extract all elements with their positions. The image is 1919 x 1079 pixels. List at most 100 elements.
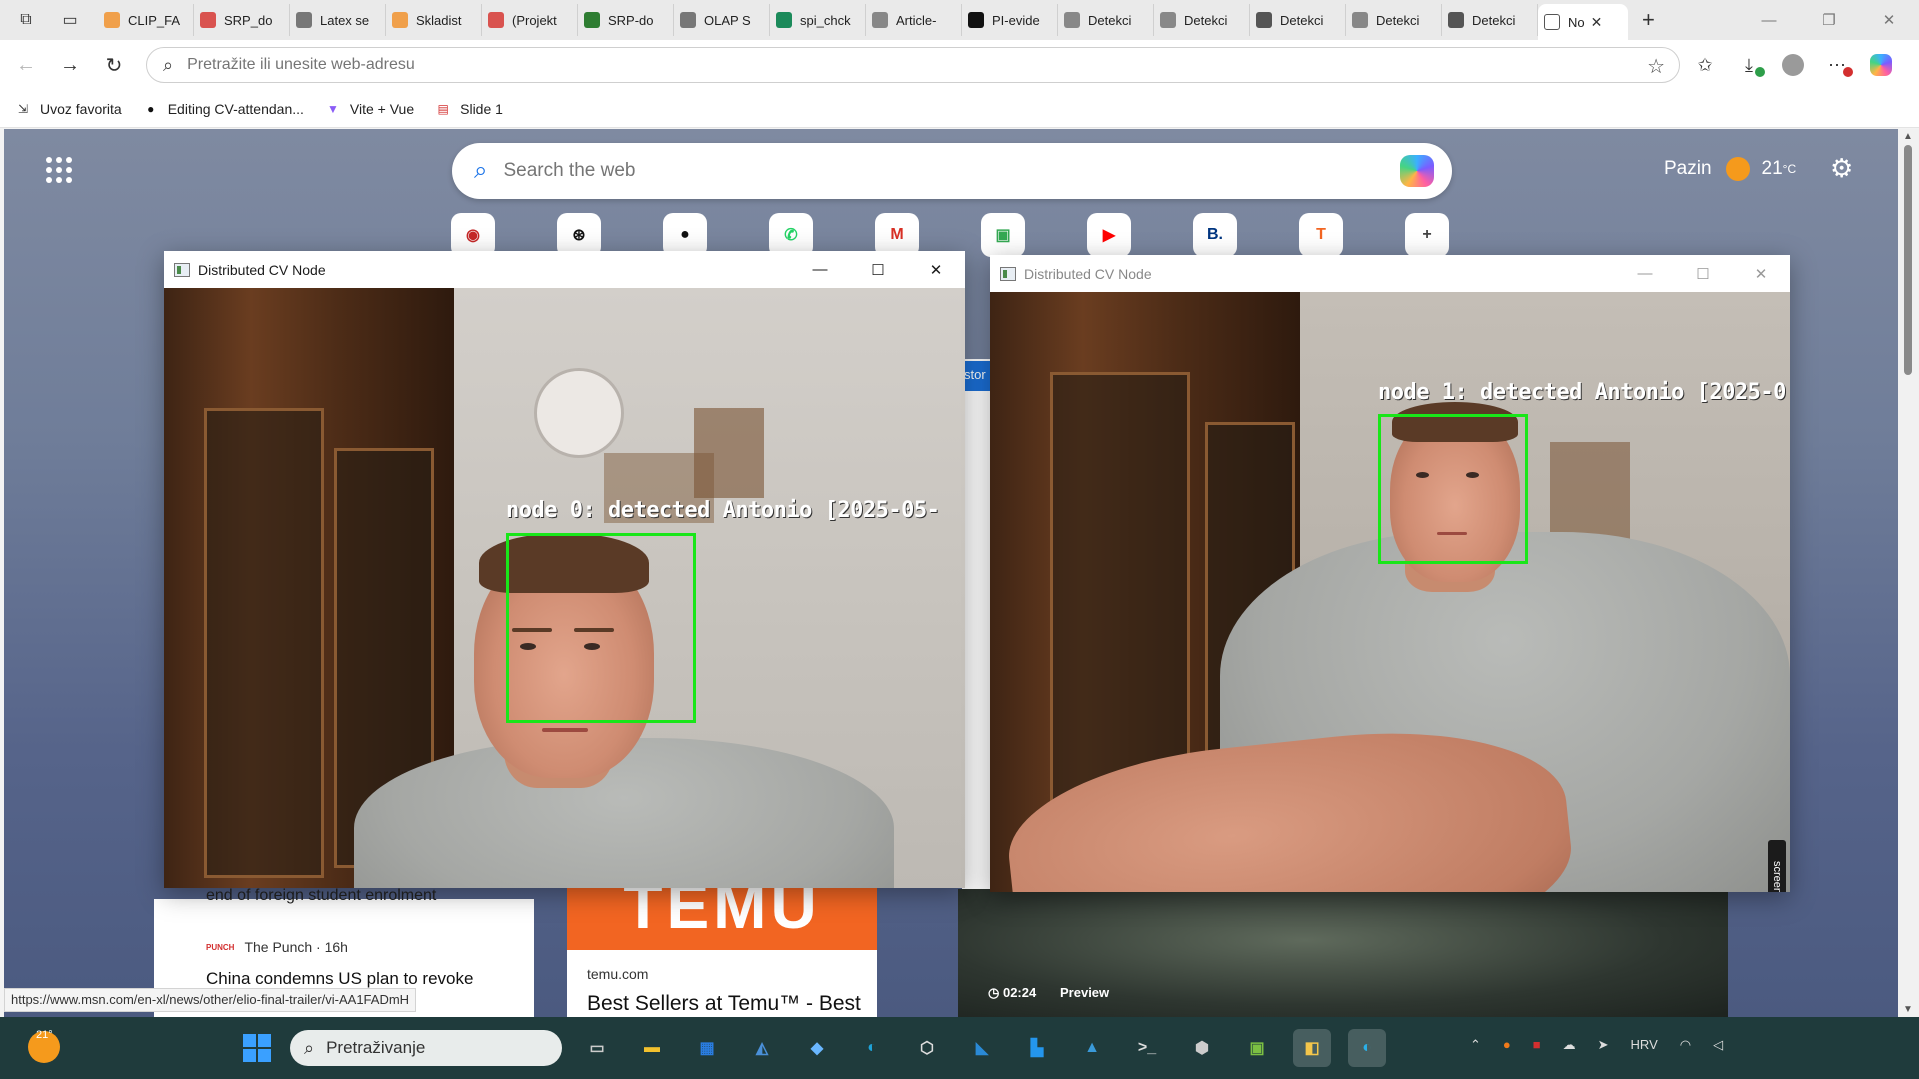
scrollbar-thumb[interactable] <box>1904 145 1912 375</box>
close-tab-icon[interactable]: ✕ <box>1591 14 1603 31</box>
favorite-item[interactable]: ⇲ Uvoz favorita <box>14 100 122 118</box>
close-button[interactable]: ✕ <box>1859 0 1919 40</box>
apps-launcher-icon[interactable] <box>46 157 72 183</box>
address-bar[interactable]: ⌕ ☆ <box>146 47 1680 83</box>
browser-tab-active[interactable]: No ✕ <box>1538 4 1628 40</box>
azure-data-icon[interactable]: ▲ <box>1073 1029 1111 1067</box>
browser-tab[interactable]: SRP-do <box>578 4 674 36</box>
terminal-icon[interactable]: >_ <box>1128 1029 1166 1067</box>
forward-button[interactable]: → <box>52 47 88 83</box>
tray-record-icon[interactable]: ■ <box>1533 1037 1541 1053</box>
favorite-item[interactable]: ● Editing CV-attendan... <box>142 100 304 118</box>
browser-tab[interactable]: Detekci <box>1058 4 1154 36</box>
favorite-item[interactable]: ▼ Vite + Vue <box>324 100 414 118</box>
workspaces-icon[interactable]: ⧉ <box>8 4 44 36</box>
tray-cloud-icon[interactable]: ☁ <box>1563 1037 1576 1053</box>
minimize-button[interactable]: — <box>1616 255 1674 292</box>
downloads-icon[interactable]: ⤓ <box>1727 47 1771 83</box>
scroll-down-icon[interactable]: ▼ <box>1903 1004 1913 1015</box>
browser-tab[interactable]: OLAP S <box>674 4 770 36</box>
video-card[interactable]: ◷ 02:24 Preview <box>958 889 1728 1017</box>
docker-icon[interactable]: ▙ <box>1018 1029 1056 1067</box>
refresh-button[interactable]: ↻ <box>96 47 132 83</box>
vscode-icon[interactable]: ◣ <box>963 1029 1001 1067</box>
feed-card-story[interactable] <box>962 359 992 899</box>
browser-tab[interactable]: Article- <box>866 4 962 36</box>
weather-widget[interactable]: Pazin 21 °C <box>1664 157 1796 181</box>
microsoft-store-icon[interactable]: ▦ <box>688 1029 726 1067</box>
web-search-box[interactable]: ⌕ <box>452 143 1452 199</box>
edge-active-icon[interactable]: ◐ <box>1348 1029 1386 1067</box>
wifi-icon[interactable]: ◠ <box>1680 1037 1691 1053</box>
back-button[interactable]: ← <box>8 47 44 83</box>
address-input[interactable] <box>187 56 1568 74</box>
browser-tab[interactable]: SRP_do <box>194 4 290 36</box>
cv-window-node-1[interactable]: Distributed CV Node — ☐ ✕ node 1: detect… <box>990 255 1790 892</box>
devhome-icon[interactable]: ◆ <box>798 1029 836 1067</box>
youtube-icon[interactable]: ▶ <box>1087 213 1131 257</box>
browser-tab[interactable]: Skladist <box>386 4 482 36</box>
maximize-button[interactable]: ☐ <box>849 251 907 288</box>
close-button[interactable]: ✕ <box>1732 255 1790 292</box>
new-tab-button[interactable]: + <box>1642 7 1655 33</box>
browser-tab[interactable]: PI-evide <box>962 4 1058 36</box>
infinity-icon <box>392 12 408 28</box>
android-icon[interactable]: ▣ <box>1238 1029 1276 1067</box>
browser-tab[interactable]: Detekci <box>1442 4 1538 36</box>
taskbar-weather[interactable]: 21° <box>28 1029 60 1063</box>
volume-icon[interactable]: ◁ <box>1713 1037 1723 1053</box>
browser-tab[interactable]: Detekci <box>1346 4 1442 36</box>
system-tray: ⌃ ● ■ ☁ ➤ HRV ◠ ◁ <box>1470 1037 1745 1053</box>
web-search-input[interactable] <box>503 160 1384 182</box>
task-view-icon[interactable]: ▭ <box>578 1029 616 1067</box>
package-icon[interactable]: ⬢ <box>1183 1029 1221 1067</box>
start-button[interactable] <box>243 1034 271 1062</box>
ad-headline[interactable]: Best Sellers at Temu™ - Best <box>587 992 861 1016</box>
window-titlebar[interactable]: Distributed CV Node — ☐ ✕ <box>164 251 965 288</box>
detection-label: node 1: detected Antonio [2025-0 <box>1378 380 1786 405</box>
temu-icon[interactable]: T <box>1299 213 1343 257</box>
browser-tab[interactable]: Latex se <box>290 4 386 36</box>
favorite-item[interactable]: ▤ Slide 1 <box>434 100 502 118</box>
browser-tab[interactable]: Detekci <box>1250 4 1346 36</box>
window-titlebar[interactable]: Distributed CV Node — ☐ ✕ <box>990 255 1790 292</box>
favorite-star-icon[interactable]: ☆ <box>1647 54 1665 79</box>
more-menu-icon[interactable]: ⋯ <box>1815 47 1859 83</box>
copilot-icon[interactable] <box>1400 155 1434 187</box>
close-button[interactable]: ✕ <box>907 251 965 288</box>
tray-app-icon[interactable]: ● <box>1503 1037 1511 1053</box>
cv-window-node-0[interactable]: Distributed CV Node — ☐ ✕ node 0: detect… <box>164 251 965 888</box>
chat-icon[interactable]: ▣ <box>981 213 1025 257</box>
minimize-button[interactable]: — <box>791 251 849 288</box>
tray-language[interactable]: HRV <box>1631 1037 1658 1053</box>
edge-icon[interactable]: ◐ <box>853 1029 891 1067</box>
browser-tab[interactable]: spi_chck <box>770 4 866 36</box>
unity-icon[interactable]: ⬡ <box>908 1029 946 1067</box>
profile-avatar[interactable] <box>1771 47 1815 83</box>
page-scrollbar[interactable]: ▲ ▼ <box>1898 129 1919 1017</box>
tab-title: Detekci <box>1376 12 1420 28</box>
scroll-up-icon[interactable]: ▲ <box>1903 131 1913 142</box>
taskbar-search[interactable]: ⌕ Pretraživanje <box>290 1030 562 1066</box>
restore-button[interactable]: ❐ <box>1799 0 1859 40</box>
ssms-icon[interactable]: ◭ <box>743 1029 781 1067</box>
python-icon[interactable]: ◧ <box>1293 1029 1331 1067</box>
copilot-icon[interactable] <box>1859 47 1903 83</box>
browser-tab[interactable]: CLIP_FA <box>98 4 194 36</box>
maximize-button[interactable]: ☐ <box>1674 255 1732 292</box>
browser-tab[interactable]: (Projekt <box>482 4 578 36</box>
favorites-icon[interactable]: ✩ <box>1683 47 1727 83</box>
news-headline[interactable]: end of foreign student enrolment <box>206 887 436 905</box>
add-icon[interactable]: + <box>1405 213 1449 257</box>
settings-gear-icon[interactable]: ⚙ <box>1830 153 1853 184</box>
browser-tab[interactable]: Detekci <box>1154 4 1250 36</box>
file-explorer-icon[interactable]: ▬ <box>633 1029 671 1067</box>
ad-card-temu[interactable]: TEMU temu.com Best Sellers at Temu™ - Be… <box>567 886 877 1017</box>
tab-title: Detekci <box>1280 12 1324 28</box>
minimize-button[interactable]: — <box>1739 0 1799 40</box>
globe-icon <box>1448 12 1464 28</box>
booking-icon[interactable]: B. <box>1193 213 1237 257</box>
tray-send-icon[interactable]: ➤ <box>1598 1037 1609 1053</box>
vertical-tabs-icon[interactable]: ▭ <box>52 4 88 36</box>
tray-chevron-icon[interactable]: ⌃ <box>1470 1037 1481 1053</box>
